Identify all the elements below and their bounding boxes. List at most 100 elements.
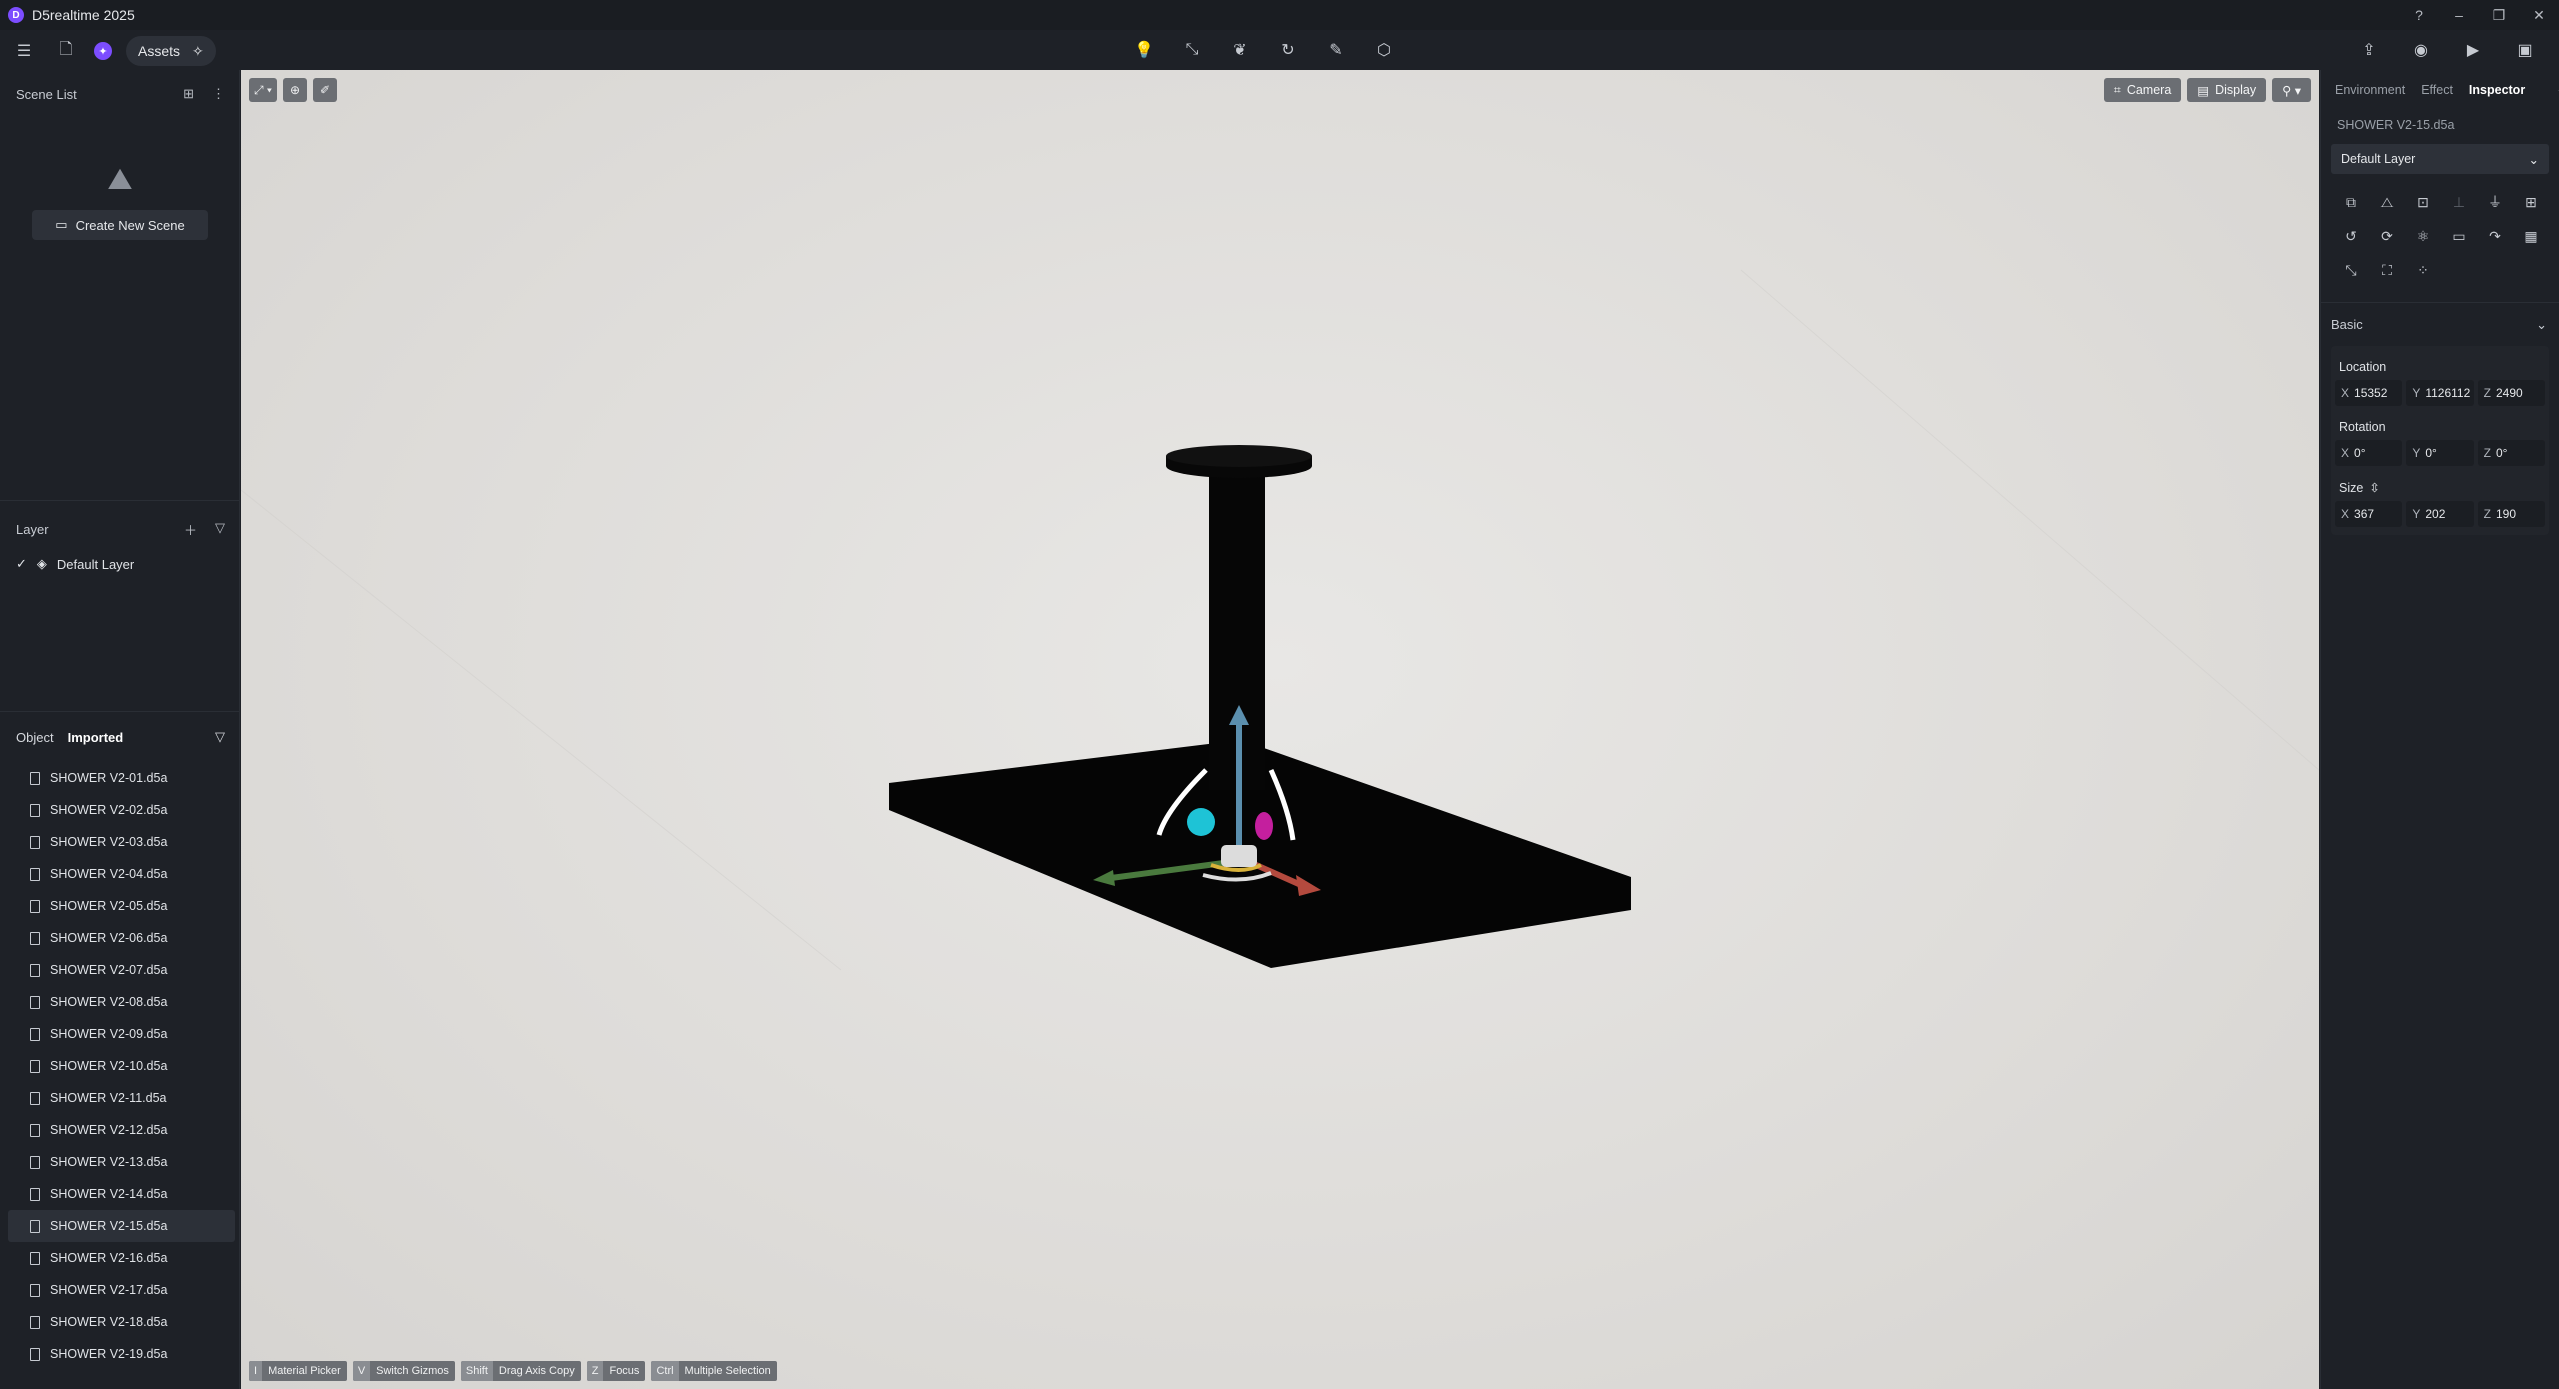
pen-icon[interactable]: ✎ <box>1322 36 1350 64</box>
array-icon[interactable]: ▦ <box>2513 222 2549 250</box>
shortcut-hint: Z Focus <box>586 1361 646 1381</box>
axis-z-label: Z <box>2483 386 2491 400</box>
video-icon[interactable]: ▶ <box>2459 36 2487 64</box>
display-button[interactable]: ▤ Display <box>2187 78 2267 102</box>
list-item[interactable]: SHOWER V2-01.d5a <box>8 762 235 794</box>
location-y-field[interactable]: Y 1126112 <box>2406 380 2474 406</box>
group-icon[interactable]: ⊞ <box>2513 188 2549 216</box>
list-item[interactable]: SHOWER V2-16.d5a <box>8 1242 235 1274</box>
window-controls: ? – ❐ ✕ <box>2399 0 2559 30</box>
3d-viewport[interactable]: ⤢ ▾ ⊕ ✐ ⌗ Camera ▤ Display ⚲ ▾ I Material… <box>241 70 2319 1389</box>
add-scene-icon[interactable]: ⊞ <box>183 86 194 102</box>
check-icon[interactable]: ✓ <box>16 556 27 572</box>
tab-object[interactable]: Object <box>16 730 54 745</box>
axis-x-label: X <box>2341 386 2350 400</box>
list-item[interactable]: SHOWER V2-06.d5a <box>8 922 235 954</box>
assets-label: Assets <box>138 43 181 59</box>
rotation-y-field[interactable]: Y 0° <box>2406 440 2474 466</box>
close-button[interactable]: ✕ <box>2519 0 2559 30</box>
copy-icon[interactable]: ⧉ <box>2333 188 2369 216</box>
share-icon[interactable]: ⇪ <box>2355 36 2383 64</box>
list-item[interactable]: SHOWER V2-04.d5a <box>8 858 235 890</box>
rotation-x-field[interactable]: X 0° <box>2335 440 2403 466</box>
list-item[interactable]: SHOWER V2-07.d5a <box>8 954 235 986</box>
file-name: SHOWER V2-03.d5a <box>50 835 168 849</box>
sparkle-icon[interactable]: ✧ <box>192 43 204 60</box>
rotate-icon[interactable]: ↻ <box>1274 36 1302 64</box>
filter-icon[interactable]: ▽ <box>215 729 225 745</box>
list-item[interactable]: SHOWER V2-15.d5a <box>8 1210 235 1242</box>
restore-button[interactable]: ❐ <box>2479 0 2519 30</box>
gizmo-settings-button[interactable]: ⚲ ▾ <box>2272 78 2311 102</box>
list-item[interactable]: SHOWER V2-02.d5a <box>8 794 235 826</box>
size-x-field[interactable]: X 367 <box>2335 501 2403 527</box>
list-item[interactable]: SHOWER V2-13.d5a <box>8 1146 235 1178</box>
size-z-field[interactable]: Z 190 <box>2477 501 2545 527</box>
tab-imported[interactable]: Imported <box>68 730 124 745</box>
location-z-field[interactable]: Z 2490 <box>2477 380 2545 406</box>
list-item[interactable]: SHOWER V2-03.d5a <box>8 826 235 858</box>
layer-item-default[interactable]: ✓ ◈ Default Layer <box>0 549 239 579</box>
world-space-button[interactable]: ⊕ <box>282 78 307 102</box>
list-item[interactable]: SHOWER V2-17.d5a <box>8 1274 235 1306</box>
camera-button[interactable]: ⌗ Camera <box>2103 78 2182 102</box>
rotation-z-field[interactable]: Z 0° <box>2477 440 2545 466</box>
axis-y-label: Y <box>2412 446 2421 460</box>
list-item[interactable]: SHOWER V2-19.d5a <box>8 1338 235 1370</box>
leaf-icon[interactable]: ❦ <box>1226 36 1254 64</box>
path-icon[interactable]: ⤡ <box>1178 36 1206 64</box>
menu-icon[interactable]: ☰ <box>10 37 38 65</box>
filter-icon[interactable]: ▽ <box>215 520 225 539</box>
layer-dropdown[interactable]: Default Layer ⌄ <box>2331 144 2549 174</box>
mirror-icon[interactable]: ⧍ <box>2369 188 2405 216</box>
create-new-scene-button[interactable]: ▭ Create New Scene <box>32 210 208 240</box>
file-name: SHOWER V2-16.d5a <box>50 1251 168 1265</box>
lock-ratio-icon[interactable]: ⇳ <box>2369 480 2379 495</box>
list-item[interactable]: SHOWER V2-09.d5a <box>8 1018 235 1050</box>
help-icon[interactable]: ? <box>2399 0 2439 30</box>
list-item[interactable]: SHOWER V2-14.d5a <box>8 1178 235 1210</box>
folder-icon[interactable]: ▭ <box>2441 222 2477 250</box>
redo-icon[interactable]: ↷ <box>2477 222 2513 250</box>
focus-icon[interactable]: ⊡ <box>2405 188 2441 216</box>
list-item[interactable]: SHOWER V2-12.d5a <box>8 1114 235 1146</box>
scale-icon[interactable]: ⤡ <box>2333 256 2369 284</box>
lightbulb-icon[interactable]: 💡 <box>1130 36 1158 64</box>
material-icon[interactable]: ⚛ <box>2405 222 2441 250</box>
terrain-icon[interactable]: ⬡ <box>1370 36 1398 64</box>
file-icon <box>30 1219 40 1233</box>
basic-section-header[interactable]: Basic ⌄ <box>2321 302 2559 346</box>
inspector-panel: Environment Effect Inspector ✧ SHOWER V2… <box>2320 70 2559 1389</box>
assets-button[interactable]: Assets ✧ <box>126 36 216 66</box>
location-x-field[interactable]: X 15352 <box>2335 380 2403 406</box>
size-y-field[interactable]: Y 202 <box>2406 501 2474 527</box>
add-layer-icon[interactable]: ＋ <box>184 520 197 539</box>
camera-icon[interactable]: ◉ <box>2407 36 2435 64</box>
tab-effect[interactable]: Effect <box>2421 83 2453 97</box>
list-item[interactable]: SHOWER V2-10.d5a <box>8 1050 235 1082</box>
file-icon <box>30 1059 40 1073</box>
list-item[interactable]: SHOWER V2-11.d5a <box>8 1082 235 1114</box>
tab-inspector[interactable]: Inspector <box>2469 83 2525 97</box>
undo-icon[interactable]: ↺ <box>2333 222 2369 250</box>
fit-icon[interactable]: ⛶ <box>2369 256 2405 284</box>
ai-assistant-icon[interactable]: ✦ <box>94 42 112 60</box>
scene-render[interactable] <box>241 70 2319 1389</box>
list-item[interactable]: SHOWER V2-08.d5a <box>8 986 235 1018</box>
list-item[interactable]: SHOWER V2-18.d5a <box>8 1306 235 1338</box>
transform-mode-button[interactable]: ⤢ ▾ <box>249 78 277 102</box>
snap-tool-button[interactable]: ✐ <box>312 78 337 102</box>
more-options-icon[interactable]: ⋮ <box>212 86 225 102</box>
shortcut-hint: I Material Picker <box>249 1361 347 1381</box>
ground-icon[interactable]: ⏚ <box>2477 188 2513 216</box>
list-item[interactable]: SHOWER V2-05.d5a <box>8 890 235 922</box>
replace-icon[interactable]: ⟳ <box>2369 222 2405 250</box>
rotation-x-value: 0° <box>2354 446 2366 460</box>
tab-environment[interactable]: Environment <box>2335 83 2405 97</box>
render-icon[interactable]: ▣ <box>2511 36 2539 64</box>
file-icon[interactable]: 🗋 <box>52 37 80 65</box>
minimize-button[interactable]: – <box>2439 0 2479 30</box>
shortcut-label: Material Picker <box>268 1365 341 1377</box>
scene-list-section: Scene List ⊞ ⋮ ⛰ ▭ Create New Scene <box>0 80 239 500</box>
scatter-icon[interactable]: ⁘ <box>2405 256 2441 284</box>
